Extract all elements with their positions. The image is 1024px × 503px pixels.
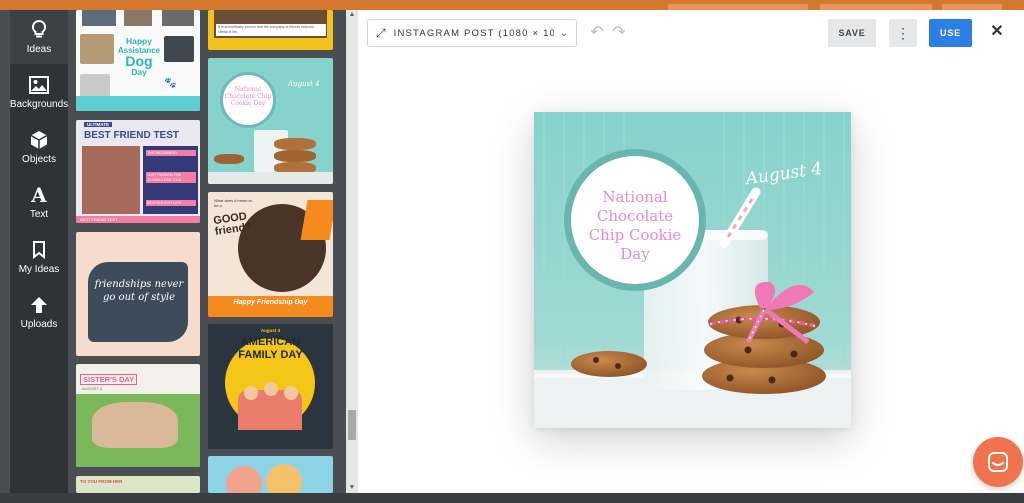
family-member	[284, 386, 298, 400]
use-button[interactable]: USE	[929, 19, 972, 47]
upload-arrow-icon	[29, 295, 49, 315]
vertical-dots-icon: ⋮	[896, 24, 910, 41]
quiz-item: JUST PASSED THE SEVEN-YEAR ITCH	[146, 172, 196, 183]
cookie-thumb-title: National Chocolate Chip Cookie Day	[224, 86, 272, 107]
editor-area: ⤢ INSTAGRAM POST (1080 × 10... ⌄ ↶ ↷ SAV…	[358, 10, 1024, 493]
nav-item-backgrounds[interactable]: Backgrounds	[10, 65, 68, 119]
family-member	[244, 386, 258, 400]
dog-day-line1: Happy	[126, 36, 152, 46]
sisters-day-title: SISTER'S DAY	[80, 374, 138, 385]
side-nav: Ideas Backgrounds Objects A Text My Idea…	[10, 10, 68, 493]
template-thumb-good-friend[interactable]: What does it mean to be a GOOD friend? H…	[208, 192, 333, 317]
family-day-date: August 4	[260, 328, 281, 333]
lightbulb-icon	[29, 19, 49, 40]
family-day-title: AMERICAN FAMILY DAY	[238, 336, 303, 361]
template-thumb-best-friend-test[interactable]: ULTIMATE BEST FRIEND TEST THE BEGINNING …	[76, 120, 200, 223]
photo-tile	[124, 10, 152, 26]
bookmark-icon	[29, 240, 49, 260]
text-a-icon: A	[31, 182, 47, 207]
scroll-down-icon[interactable]: ▼	[346, 483, 358, 493]
badge-ultimate: ULTIMATE	[84, 122, 113, 127]
sisters-day-date: AUGUST 4	[82, 386, 102, 391]
canvas-size-select[interactable]: ⤢ INSTAGRAM POST (1080 × 10... ⌄	[367, 19, 577, 47]
template-thumb-family-day[interactable]: August 4 AMERICAN FAMILY DAY	[208, 324, 333, 449]
undo-icon[interactable]: ↶	[588, 24, 606, 42]
nav-label: Uploads	[20, 318, 58, 330]
good-friend-footer: Happy Friendship Day	[233, 299, 308, 306]
nav-label: Objects	[22, 153, 56, 165]
cube-icon	[29, 130, 49, 150]
templates-scrollbar[interactable]: ▲ ▼	[346, 10, 358, 493]
template-thumb-cookie-day[interactable]: National Chocolate Chip Cookie Day Augus…	[208, 58, 333, 184]
template-thumb-sisters-day[interactable]: SISTER'S DAY AUGUST 4	[76, 364, 200, 467]
templates-panel: Happy Assistance Dog Day 🐾 It is scienti…	[68, 10, 346, 493]
friendships-quote: friendships never go out of style	[94, 279, 184, 303]
cookie-day-design	[534, 112, 851, 428]
chevron-down-icon: ⌄	[559, 27, 568, 39]
nav-item-uploads[interactable]: Uploads	[10, 285, 68, 339]
scrollbar-thumb[interactable]	[348, 410, 356, 440]
quiz-item: BESTIES FOR LIFE	[146, 200, 196, 206]
bottom-strip	[0, 493, 1024, 503]
photo-tile	[82, 10, 116, 26]
scroll-up-icon[interactable]: ▲	[346, 10, 358, 20]
illustration	[226, 466, 262, 493]
app-window: Ideas Backgrounds Objects A Text My Idea…	[0, 0, 1024, 503]
quiz-item: THE BEGINNING	[146, 150, 196, 156]
template-thumb-science-note[interactable]: It is scientifically proven that the com…	[208, 10, 333, 50]
nav-item-ideas[interactable]: Ideas	[10, 10, 68, 64]
close-icon[interactable]: ✕	[988, 22, 1006, 42]
good-friend-question: What does it mean to be a	[214, 198, 252, 208]
resize-diagonal-icon: ⤢	[376, 25, 386, 40]
dog-photo	[80, 34, 114, 64]
more-options-button[interactable]: ⋮	[889, 19, 917, 47]
teal-band	[76, 96, 200, 111]
chat-launcher-button[interactable]	[973, 437, 1023, 487]
family-member	[264, 382, 278, 396]
template-thumb-partial[interactable]: TO YOU FROM HER	[76, 476, 200, 493]
girls-photo	[92, 402, 178, 448]
table-surface	[208, 172, 333, 184]
best-friend-title: BEST FRIEND TEST	[84, 130, 180, 141]
nav-label: Text	[29, 208, 49, 220]
design-title: National Chocolate Chip Cookie Day	[588, 188, 682, 263]
cookie-thumb-date: August 4	[288, 80, 320, 88]
template-thumb-partial[interactable]	[208, 456, 333, 493]
best-friend-footer: BEST FRIEND TEST	[76, 216, 200, 223]
friends-photo	[82, 146, 140, 214]
redo-icon[interactable]: ↷	[610, 24, 628, 42]
nav-item-text[interactable]: A Text	[10, 175, 68, 229]
nav-label: My Ideas	[18, 263, 60, 275]
cookie	[274, 150, 316, 162]
photo-tile	[162, 10, 194, 26]
chat-icon	[988, 452, 1008, 472]
save-button[interactable]: SAVE	[828, 19, 876, 47]
template-thumb-dog-day[interactable]: Happy Assistance Dog Day 🐾	[76, 10, 200, 111]
nav-item-objects[interactable]: Objects	[10, 120, 68, 174]
cookie	[274, 138, 316, 150]
nav-item-my-ideas[interactable]: My Ideas	[10, 230, 68, 284]
browser-top-strip	[0, 0, 1024, 10]
science-note-text: It is scientifically proven that the com…	[216, 24, 326, 36]
orange-stripe	[300, 200, 333, 240]
nav-label: Ideas	[26, 43, 52, 55]
illustration	[266, 464, 302, 493]
person-photo	[164, 36, 194, 62]
dog-day-line4: Day	[131, 67, 147, 77]
last-thumb-label: TO YOU FROM HER	[80, 479, 123, 484]
cookie	[214, 154, 244, 164]
design-canvas[interactable]: National Chocolate Chip Cookie Day Augus…	[534, 112, 851, 428]
paw-prints-icon: 🐾	[164, 78, 179, 89]
image-icon	[29, 75, 49, 95]
canvas-size-label: INSTAGRAM POST (1080 × 10...	[393, 27, 554, 39]
nav-label: Backgrounds	[9, 98, 69, 110]
template-thumb-friendships[interactable]: friendships never go out of style	[76, 232, 200, 356]
